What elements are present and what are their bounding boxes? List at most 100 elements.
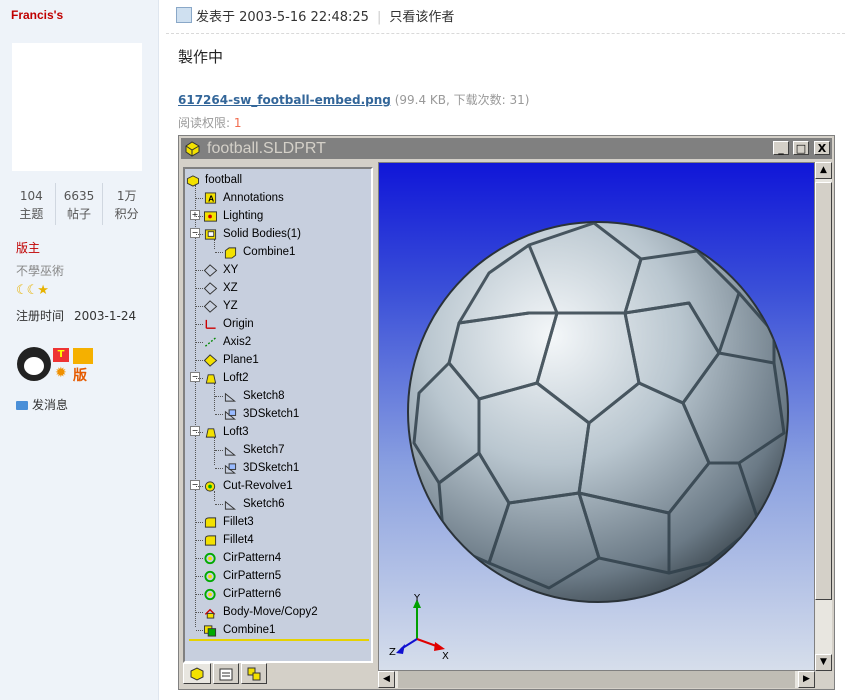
horizontal-track[interactable]: [398, 671, 795, 688]
tree-item-label: Fillet3: [223, 516, 254, 528]
graphics-viewport[interactable]: Y X Z: [378, 162, 815, 671]
tree-item[interactable]: Loft2: [203, 369, 249, 387]
tree-item[interactable]: 3DSketch1: [223, 405, 299, 423]
collapse-solid-bodies[interactable]: −: [190, 228, 200, 238]
window-title: football.SLDPRT: [207, 140, 326, 157]
tab-configuration-manager[interactable]: [241, 663, 267, 684]
stat-label: 积分: [114, 207, 139, 221]
maximize-button[interactable]: □: [793, 141, 809, 155]
tree-line: [196, 342, 203, 343]
part-icon: [190, 667, 204, 681]
tree-item[interactable]: Lighting: [203, 207, 263, 225]
scroll-thumb[interactable]: [815, 182, 832, 600]
tree-item[interactable]: Fillet3: [203, 513, 254, 531]
body-icon: [224, 246, 237, 259]
tree-item[interactable]: 3DSketch1: [223, 459, 299, 477]
tree-item[interactable]: A Annotations: [203, 189, 284, 207]
scroll-left-button[interactable]: ◀: [378, 671, 395, 688]
tree-line: [196, 378, 203, 379]
tree-line: [196, 306, 203, 307]
tree-item[interactable]: Body-Move/Copy2: [203, 603, 318, 621]
only-author-link[interactable]: 只看该作者: [389, 10, 454, 25]
expand-lighting[interactable]: +: [190, 210, 200, 220]
svg-text:A: A: [208, 193, 214, 203]
tree-line: [196, 198, 203, 199]
collapse-loft2[interactable]: −: [190, 372, 200, 382]
feature-tree[interactable]: + − − − − football A Annotations Lighting So…: [183, 167, 373, 663]
tree-line: [196, 234, 203, 235]
tree-item[interactable]: Axis2: [203, 333, 251, 351]
fillet-icon: [204, 534, 217, 546]
avatar[interactable]: [12, 43, 142, 171]
tree-item[interactable]: Cut-Revolve1: [203, 477, 293, 495]
tree-line: [196, 360, 203, 361]
tree-item[interactable]: football: [185, 171, 242, 189]
tree-item[interactable]: Loft3: [203, 423, 249, 441]
circular-pattern-icon: [204, 588, 216, 600]
tree-item-label: 3DSketch1: [243, 462, 300, 474]
close-button[interactable]: X: [814, 141, 830, 155]
tree-line: [215, 396, 223, 397]
tree-item-label: Combine1: [223, 624, 276, 636]
tree-item-label: Cut-Revolve1: [223, 480, 293, 492]
tree-item[interactable]: Fillet4: [203, 531, 254, 549]
badge-top-icon: T: [53, 348, 69, 362]
tab-property-manager[interactable]: [213, 663, 239, 684]
stat-value: 6635: [63, 189, 95, 203]
embedded-screenshot[interactable]: football.SLDPRT _ □ X + − − − − football…: [178, 135, 835, 690]
tree-item-label: football: [205, 174, 243, 186]
qq-icon[interactable]: [17, 347, 51, 381]
tree-item[interactable]: YZ: [203, 297, 238, 315]
post-date: 发表于 2003-5-16 22:48:25: [196, 10, 369, 25]
tree-item[interactable]: Plane1: [203, 351, 259, 369]
stat-points[interactable]: 1万 积分: [102, 183, 150, 225]
scroll-up-button[interactable]: ▲: [815, 162, 832, 179]
scroll-right-button[interactable]: ▶: [798, 671, 815, 688]
tab-feature-manager[interactable]: [183, 663, 211, 684]
user-role[interactable]: 版主: [16, 239, 40, 256]
tree-line: [196, 540, 203, 541]
tree-item-label: Sketch8: [243, 390, 285, 402]
axis-triad: Y X Z: [389, 593, 449, 662]
tree-item[interactable]: CirPattern4: [203, 549, 281, 567]
tree-item[interactable]: Sketch8: [223, 387, 285, 405]
scroll-down-button[interactable]: ▼: [815, 654, 832, 671]
collapse-loft3[interactable]: −: [190, 426, 200, 436]
tree-item[interactable]: Sketch6: [223, 495, 285, 513]
tree-item-label: Fillet4: [223, 534, 254, 546]
property-manager-icon: [219, 668, 233, 681]
tree-item[interactable]: Origin: [203, 315, 254, 333]
tree-item[interactable]: CirPattern5: [203, 567, 281, 585]
read-permission: 阅读权限: 1: [178, 114, 242, 131]
tree-item[interactable]: Solid Bodies(1): [203, 225, 301, 243]
stat-topics[interactable]: 104 主题: [8, 183, 55, 225]
rollback-bar[interactable]: [189, 639, 369, 641]
tree-item[interactable]: CirPattern6: [203, 585, 281, 603]
tree-line: [196, 630, 203, 631]
tree-line: [215, 504, 223, 505]
collapse-cut-revolve1[interactable]: −: [190, 480, 200, 490]
tree-item[interactable]: Combine1: [223, 243, 295, 261]
circular-pattern-icon: [204, 570, 216, 582]
tree-line: [196, 288, 203, 289]
attachment-link[interactable]: 617264-sw_football-embed.png: [178, 93, 391, 107]
tree-line: [215, 414, 223, 415]
permission-label: 阅读权限:: [178, 116, 234, 130]
horizontal-scrollbar[interactable]: ◀ ▶: [378, 671, 815, 688]
tree-item[interactable]: Combine1: [203, 621, 275, 639]
tree-line: [215, 468, 223, 469]
register-label: 注册时间: [16, 309, 65, 323]
username-link[interactable]: Francis's: [11, 8, 63, 22]
vertical-scrollbar[interactable]: ▲ ▼: [815, 162, 832, 671]
tree-item[interactable]: XZ: [203, 279, 238, 297]
header-divider: [166, 33, 845, 34]
stat-posts[interactable]: 6635 帖子: [54, 183, 103, 225]
tree-item-label: Body-Move/Copy2: [223, 606, 318, 618]
tree-item-label: 3DSketch1: [243, 408, 300, 420]
tree-item[interactable]: Sketch7: [223, 441, 285, 459]
tree-item[interactable]: XY: [203, 261, 238, 279]
minimize-button[interactable]: _: [773, 141, 789, 155]
tree-line: [215, 450, 223, 451]
manager-tabs: [183, 663, 373, 685]
send-message-link[interactable]: 发消息: [16, 396, 68, 413]
